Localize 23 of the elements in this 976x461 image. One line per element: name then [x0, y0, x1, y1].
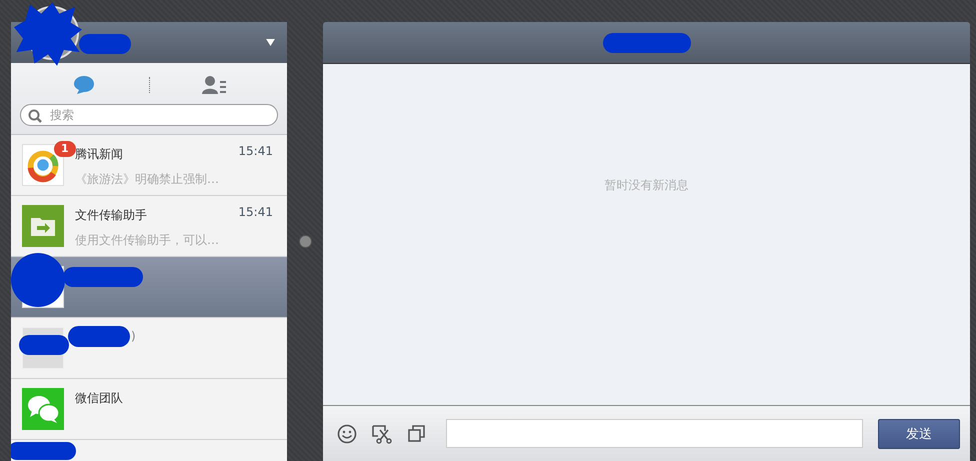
folder-icon [22, 205, 64, 247]
unread-badge: 1 [54, 141, 76, 157]
resize-handle[interactable] [298, 235, 312, 248]
chat-bubble-icon [73, 75, 96, 95]
chat-name: 微信团队 [75, 390, 123, 407]
wechat-icon [22, 388, 64, 430]
search-field[interactable]: 搜索 [20, 104, 278, 126]
message-input[interactable] [446, 419, 863, 448]
news-app-icon [22, 144, 64, 186]
chat-time: 15:41 [238, 144, 273, 160]
emoji-icon[interactable] [337, 424, 357, 444]
message-preview: 《旅游法》明确禁止强制… [75, 171, 220, 188]
chat-name: 文件传输助手 [75, 207, 147, 224]
dropdown-caret-icon[interactable] [266, 39, 275, 46]
contacts-icon [202, 75, 226, 95]
chat-name: 腾讯新闻 [75, 146, 123, 163]
scissors-icon[interactable] [372, 424, 392, 444]
send-button[interactable]: 发送 [878, 418, 960, 448]
empty-message: 暂时没有新消息 [604, 177, 688, 194]
copy-icon[interactable] [407, 424, 427, 444]
chat-time: 15:41 [238, 205, 273, 221]
chat-name: ) [131, 329, 136, 343]
message-preview: 使用文件传输助手，可以… [75, 232, 220, 249]
